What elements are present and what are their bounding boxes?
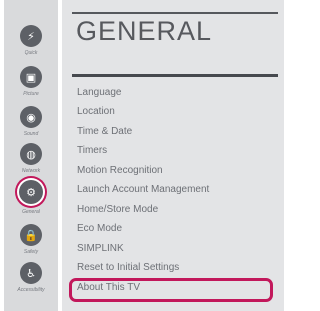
menu-item-location[interactable]: Location [77, 103, 115, 121]
menu-item-eco-mode[interactable]: Eco Mode [77, 220, 122, 238]
sidebar-item-label: Picture [23, 91, 39, 97]
menu-item-reset-initial-settings[interactable]: Reset to Initial Settings [77, 259, 179, 277]
sidebar-item-label: Quick [24, 50, 38, 56]
menu-item-language[interactable]: Language [77, 84, 122, 102]
category-sidebar: ⚡ Quick ▣ Picture ◉ Sound ◍ Network ⚙ Ge… [4, 0, 58, 311]
sidebar-item-label: Accessibility [17, 287, 45, 293]
menu-item-about-this-tv[interactable]: About This TV [77, 279, 140, 297]
sidebar-item-safety[interactable]: 🔒 Safety [4, 224, 58, 264]
menu-item-launch-account-management[interactable]: Launch Account Management [77, 181, 209, 199]
menu-item-simplink[interactable]: SIMPLINK [77, 240, 124, 258]
sidebar-item-sound[interactable]: ◉ Sound [4, 106, 58, 146]
menu-item-time-date[interactable]: Time & Date [77, 123, 132, 141]
menu-item-motion-recognition[interactable]: Motion Recognition [77, 162, 163, 180]
lock-icon: 🔒 [20, 224, 42, 246]
lightning-icon: ⚡ [20, 25, 42, 47]
menu-item-home-store-mode[interactable]: Home/Store Mode [77, 201, 158, 219]
sidebar-item-network[interactable]: ◍ Network [4, 143, 58, 183]
sidebar-item-accessibility[interactable]: ♿ Accessibility [4, 262, 58, 302]
picture-icon: ▣ [20, 66, 42, 88]
page-title: GENERAL [76, 16, 213, 46]
menu-item-timers[interactable]: Timers [77, 142, 107, 160]
sidebar-item-label: Safety [23, 249, 39, 255]
network-icon: ◍ [20, 143, 42, 165]
sound-icon: ◉ [20, 106, 42, 128]
general-icon: ⚙ [19, 180, 43, 204]
sidebar-item-general[interactable]: ⚙ General [4, 180, 58, 220]
sidebar-item-label: General [22, 209, 40, 215]
accessibility-icon: ♿ [20, 262, 42, 284]
divider [72, 74, 278, 77]
sidebar-item-label: Sound [23, 131, 39, 137]
sidebar-item-label: Network [21, 168, 41, 174]
settings-panel: GENERAL Language Location Time & Date Ti… [62, 0, 284, 311]
divider [72, 12, 278, 14]
sidebar-item-picture[interactable]: ▣ Picture [4, 66, 58, 106]
sidebar-item-quick[interactable]: ⚡ Quick [4, 25, 58, 65]
